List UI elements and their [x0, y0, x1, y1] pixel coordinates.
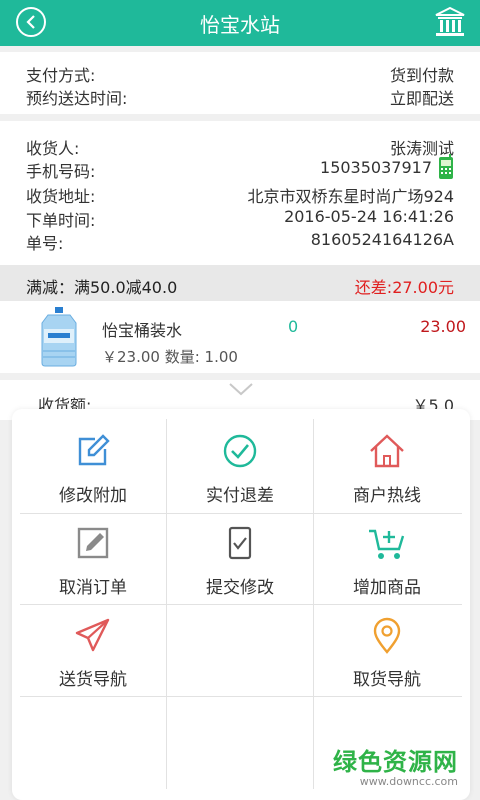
- delivery-time-label: 预约送达时间:: [26, 89, 128, 108]
- edit-extra-button[interactable]: 修改附加: [20, 421, 166, 513]
- discount-label: 满减：满50.0减40.0: [26, 278, 178, 297]
- order-time-label: 下单时间:: [26, 211, 96, 230]
- merchant-hotline-button[interactable]: 商户热线: [314, 421, 460, 513]
- payment-method-value: 货到付款: [389, 66, 454, 85]
- document-check-icon: [228, 526, 252, 560]
- mobile-phone-icon[interactable]: [438, 154, 454, 180]
- merchant-hotline-label: 商户热线: [353, 486, 421, 506]
- product-quantity: 0: [288, 317, 299, 336]
- payment-section: 支付方式: 货到付款 预约送达时间: 立即配送: [0, 52, 480, 114]
- location-pin-icon: [373, 617, 401, 654]
- app-header: 怡宝水站: [0, 0, 480, 46]
- submit-edit-button[interactable]: 提交修改: [167, 513, 313, 605]
- page-title: 怡宝水站: [200, 13, 280, 37]
- order-time-value: 2016-05-24 16:41:26: [284, 207, 454, 226]
- cancel-order-label: 取消订单: [59, 578, 127, 598]
- order-info-section: 收货人: 张涛测试 手机号码: 15035037917 收货地址: 北京市双桥东…: [0, 121, 480, 265]
- payment-method-label: 支付方式:: [26, 66, 96, 85]
- product-name: 怡宝桶装水: [102, 321, 183, 340]
- add-product-button[interactable]: 增加商品: [314, 513, 460, 605]
- pickup-nav-button[interactable]: 取货导航: [314, 605, 460, 697]
- pickup-nav-label: 取货导航: [353, 670, 421, 690]
- refund-diff-button[interactable]: 实付退差: [167, 421, 313, 513]
- cancel-order-button[interactable]: 取消订单: [20, 513, 166, 605]
- delivery-time-value: 立即配送: [389, 89, 454, 108]
- delivery-nav-button[interactable]: 送货导航: [20, 605, 166, 697]
- watermark-text: 绿色资源网: [333, 748, 458, 776]
- water-bottle-image: [41, 307, 77, 367]
- check-circle-icon: [223, 434, 257, 468]
- bank-icon[interactable]: [434, 6, 466, 38]
- discount-bar: 满减：满50.0减40.0 还差:27.00元: [0, 265, 480, 301]
- order-number-row: 单号: 8160524164126A: [26, 230, 454, 253]
- address-value: 北京市双桥东星时尚广场924: [247, 187, 454, 206]
- edit-gray-icon: [77, 527, 109, 559]
- delivery-nav-label: 送货导航: [59, 670, 127, 690]
- order-time-row: 下单时间: 2016-05-24 16:41:26: [26, 207, 454, 230]
- discount-remaining: 还差:27.00元: [354, 278, 454, 297]
- payment-method-row: 支付方式: 货到付款: [26, 62, 454, 85]
- receiver-row: 收货人: 张涛测试: [26, 135, 454, 158]
- home-icon: [370, 434, 404, 468]
- order-number-label: 单号:: [26, 234, 64, 253]
- order-number-value: 8160524164126A: [310, 230, 454, 249]
- cart-add-icon: [369, 529, 405, 559]
- product-price: 23.00: [420, 317, 466, 336]
- product-detail: ￥23.00 数量: 1.00: [102, 348, 238, 366]
- address-label: 收货地址:: [26, 187, 96, 206]
- phone-row: 手机号码: 15035037917: [26, 154, 454, 181]
- submit-edit-label: 提交修改: [206, 578, 274, 598]
- edit-icon: [78, 434, 110, 466]
- delivery-time-row: 预约送达时间: 立即配送: [26, 85, 454, 108]
- product-row[interactable]: 怡宝桶装水 0 23.00 ￥23.00 数量: 1.00: [0, 301, 480, 373]
- receiver-label: 收货人:: [26, 139, 80, 158]
- phone-label: 手机号码:: [26, 162, 96, 181]
- edit-extra-label: 修改附加: [59, 486, 127, 506]
- address-row: 收货地址: 北京市双桥东星时尚广场924: [26, 183, 454, 206]
- chevron-down-icon[interactable]: [228, 382, 254, 396]
- phone-value[interactable]: 15035037917: [320, 158, 432, 177]
- refund-diff-label: 实付退差: [206, 486, 274, 506]
- add-product-label: 增加商品: [353, 578, 421, 598]
- paper-plane-icon: [75, 618, 110, 652]
- watermark: 绿色资源网 www.downcc.com: [333, 742, 458, 788]
